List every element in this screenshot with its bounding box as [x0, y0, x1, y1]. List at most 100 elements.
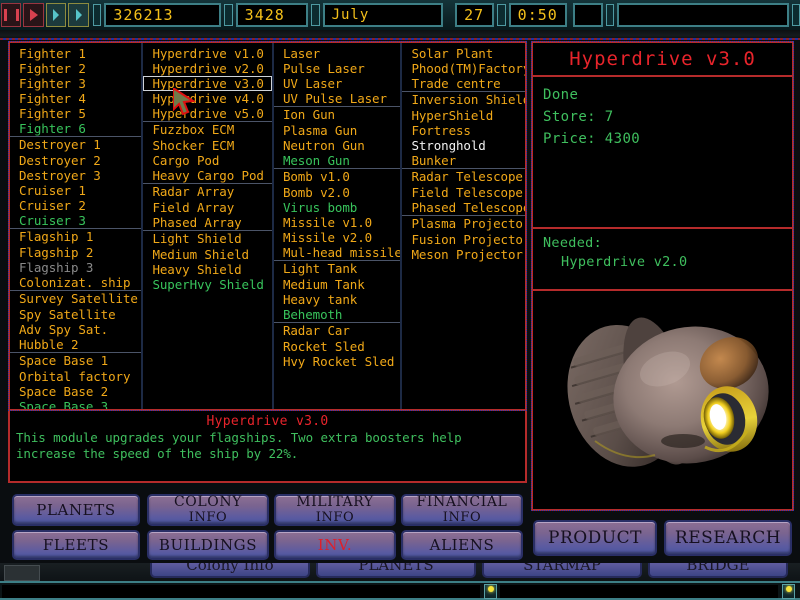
tech-item[interactable]: Fighter 2 — [10, 61, 141, 76]
tech-item[interactable]: Ion Gun — [273, 106, 401, 123]
tech-item[interactable]: Colonizat. ship — [10, 275, 141, 290]
tech-item[interactable]: Meson Gun — [274, 153, 401, 168]
tech-item[interactable]: Laser — [274, 46, 401, 61]
military-info-button[interactable]: MILITARY INFO — [274, 494, 396, 526]
tech-item[interactable]: SuperHvy Shield — [143, 277, 272, 292]
tech-item[interactable]: Hyperdrive v3.0 — [143, 76, 272, 91]
financial-info-button[interactable]: FINANCIAL INFO — [401, 494, 523, 526]
tech-item[interactable]: Heavy Cargo Pod — [143, 168, 272, 183]
colony-info-button[interactable]: COLONY INFO — [147, 494, 269, 526]
tech-item[interactable]: HyperShield — [402, 108, 525, 123]
bottom-starmap-button[interactable]: STARMAP — [482, 563, 642, 578]
bottom-bridge-button[interactable]: BRIDGE — [648, 563, 788, 578]
fast-forward-button[interactable] — [45, 3, 67, 27]
tech-item[interactable]: Space Base 1 — [10, 352, 142, 369]
tech-item[interactable]: Rocket Sled — [274, 339, 401, 354]
tech-item[interactable]: Fighter 4 — [10, 91, 141, 106]
tech-item[interactable]: Hubble 2 — [10, 337, 141, 352]
tech-item[interactable]: Neutron Gun — [274, 138, 401, 153]
tech-item[interactable]: Trade centre — [402, 76, 525, 91]
column-modules[interactable]: Hyperdrive v1.0 Hyperdrive v2.0 Hyperdrive… — [143, 43, 272, 409]
tech-item[interactable]: Medium Tank — [274, 277, 401, 292]
tech-item[interactable]: Phood(TM)Factory — [402, 61, 525, 76]
tech-item[interactable]: Fighter 3 — [10, 76, 141, 91]
tech-item[interactable]: Orbital factory — [10, 369, 141, 384]
tech-item[interactable]: Radar Telescope — [402, 168, 526, 185]
tech-item[interactable]: Heavy tank — [274, 292, 401, 307]
tech-item[interactable]: Cruiser 3 — [10, 213, 141, 228]
tech-item[interactable]: Space Base 3 — [10, 399, 141, 409]
detail-stats: Done Store: 7 Price: 4300 — [533, 77, 792, 227]
fast-forward-2-button[interactable] — [68, 3, 89, 27]
tech-item[interactable]: Bomb v1.0 — [273, 168, 401, 185]
tech-item[interactable]: Fighter 5 — [10, 106, 141, 121]
tech-item[interactable]: Field Telescope — [402, 185, 525, 200]
tech-item[interactable]: Plasma Projector — [402, 215, 526, 232]
tech-item[interactable]: Shocker ECM — [143, 138, 272, 153]
inv-button[interactable]: INV. — [274, 530, 396, 560]
tech-item[interactable]: Pulse Laser — [274, 61, 401, 76]
research-button[interactable]: RESEARCH — [664, 520, 792, 556]
tech-item[interactable]: Fighter 6 — [10, 121, 141, 136]
tech-item[interactable]: UV Laser — [274, 76, 401, 91]
tech-item[interactable]: Destroyer 3 — [10, 168, 141, 183]
column-ships[interactable]: Fighter 1 Fighter 2 Fighter 3 Fighter 4 Figh… — [10, 43, 142, 409]
play-button[interactable] — [23, 3, 44, 27]
bottom-colony-info-button[interactable]: Colony Info — [150, 563, 310, 578]
tech-item[interactable]: Hvy Rocket Sled — [274, 354, 401, 369]
fast-forward-icon — [53, 9, 60, 21]
tech-item[interactable]: Phased Array — [143, 215, 272, 230]
tech-item[interactable]: Light Shield — [143, 230, 272, 247]
tech-item[interactable]: Fighter 1 — [10, 46, 141, 61]
tech-item[interactable]: Hyperdrive v5.0 — [143, 106, 272, 121]
column-buildings[interactable]: Solar Plant Phood(TM)Factory Trade centre I… — [402, 43, 526, 409]
tech-item[interactable]: Destroyer 2 — [10, 153, 141, 168]
tech-item[interactable]: Meson Projector — [402, 247, 525, 262]
tech-item[interactable]: Solar Plant — [402, 46, 525, 61]
tech-item[interactable]: Inversion Shield — [402, 91, 526, 108]
tech-item[interactable]: Heavy Shield — [143, 262, 272, 277]
tech-item[interactable]: Cruiser 2 — [10, 198, 141, 213]
tech-item[interactable]: Survey Satellite — [10, 290, 142, 307]
clock-value: 0:50 — [517, 6, 558, 24]
tech-item[interactable]: Flagship 1 — [10, 228, 142, 245]
tech-item[interactable]: Fusion Projector — [402, 232, 525, 247]
tech-item[interactable]: Medium Shield — [143, 247, 272, 262]
tech-item[interactable]: Cruiser 1 — [10, 183, 141, 198]
aliens-button[interactable]: ALIENS — [401, 530, 523, 560]
tech-item[interactable]: Flagship 3 — [10, 260, 141, 275]
tech-item[interactable]: Radar Array — [143, 183, 272, 200]
bottom-planets-button[interactable]: PLANETS — [316, 563, 476, 578]
tech-item[interactable]: Plasma Gun — [274, 123, 401, 138]
tech-item[interactable]: Stronghold — [402, 138, 525, 153]
tech-item[interactable]: Bunker — [402, 153, 525, 168]
tech-item[interactable]: UV Pulse Laser — [274, 91, 401, 106]
pause-button[interactable] — [1, 3, 22, 27]
tech-item[interactable]: Fuzzbox ECM — [143, 121, 272, 138]
product-button[interactable]: PRODUCT — [533, 520, 657, 556]
tech-item[interactable]: Field Array — [143, 200, 272, 215]
tech-item[interactable]: Radar Car — [273, 322, 401, 339]
tech-item[interactable]: Flagship 2 — [10, 245, 141, 260]
tech-item[interactable]: Missile v2.0 — [274, 230, 401, 245]
tech-item[interactable]: Destroyer 1 — [10, 136, 142, 153]
tech-item[interactable]: Bomb v2.0 — [274, 185, 401, 200]
buildings-button[interactable]: BUILDINGS — [147, 530, 269, 560]
planets-button[interactable]: PLANETS — [12, 494, 140, 526]
tech-item[interactable]: Spy Satellite — [10, 307, 141, 322]
tech-item[interactable]: Hyperdrive v1.0 — [143, 46, 272, 61]
tech-item[interactable]: Hyperdrive v4.0 — [143, 91, 272, 106]
column-weapons[interactable]: Laser Pulse Laser UV Laser UV Pulse Laser Io… — [273, 43, 401, 409]
tech-item[interactable]: Adv Spy Sat. — [10, 322, 141, 337]
tech-item[interactable]: Mul-head missile — [274, 245, 401, 260]
tech-item[interactable]: Cargo Pod — [143, 153, 272, 168]
tech-item[interactable]: Light Tank — [273, 260, 401, 277]
tech-item[interactable]: Missile v1.0 — [274, 215, 401, 230]
tech-item[interactable]: Phased Telescope — [402, 200, 525, 215]
tech-item[interactable]: Virus bomb — [274, 200, 401, 215]
tech-item[interactable]: Fortress — [402, 123, 525, 138]
tech-item[interactable]: Behemoth — [274, 307, 401, 322]
fleets-button[interactable]: FLEETS — [12, 530, 140, 560]
tech-item[interactable]: Space Base 2 — [10, 384, 141, 399]
tech-item[interactable]: Hyperdrive v2.0 — [143, 61, 272, 76]
